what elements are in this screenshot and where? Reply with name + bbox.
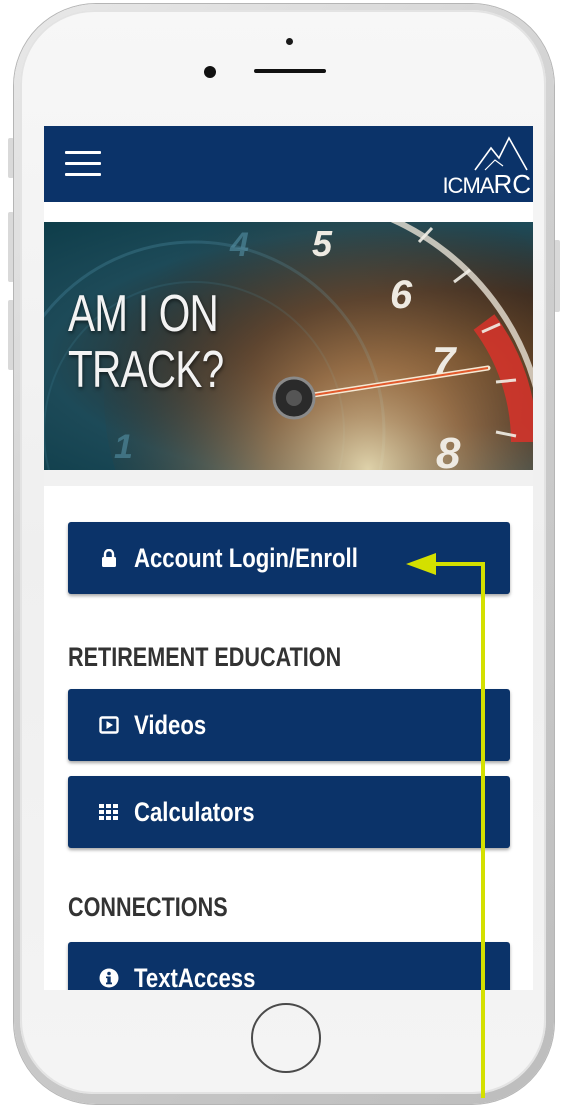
phone-screen: ICMARC 5 6 7 8 4 1 AM I ON TRACK? Accoun… xyxy=(44,126,533,990)
calculators-label: Calculators xyxy=(134,796,255,827)
banner-title-line-2: TRACK? xyxy=(68,341,224,399)
home-button[interactable] xyxy=(251,1003,321,1073)
gauge-number-5: 5 xyxy=(312,223,333,264)
app-header: ICMARC xyxy=(44,126,533,202)
front-camera xyxy=(204,66,216,78)
lock-icon xyxy=(98,547,120,569)
gauge-number-4: 4 xyxy=(229,226,249,264)
header-divider xyxy=(44,202,533,222)
hero-banner: 5 6 7 8 4 1 AM I ON TRACK? xyxy=(44,222,533,470)
earpiece-speaker xyxy=(254,69,326,73)
calculators-button[interactable]: Calculators xyxy=(68,776,510,848)
textaccess-label: TextAccess xyxy=(134,962,256,991)
textaccess-button[interactable]: TextAccess xyxy=(68,942,510,990)
info-icon xyxy=(98,967,120,989)
connections-heading: CONNECTIONS xyxy=(68,892,228,922)
icmarc-logo: ICMARC xyxy=(429,134,533,200)
account-login-button[interactable]: Account Login/Enroll xyxy=(68,522,510,594)
account-login-label: Account Login/Enroll xyxy=(134,542,358,573)
videos-label: Videos xyxy=(134,709,207,740)
gauge-number-6: 6 xyxy=(390,273,413,317)
logo-text: ICMARC xyxy=(442,169,531,199)
proximity-sensor xyxy=(286,38,293,45)
gauge-number-8: 8 xyxy=(436,429,461,470)
retirement-education-heading: RETIREMENT EDUCATION xyxy=(68,642,342,672)
grid-icon xyxy=(98,801,120,823)
gauge-number-1: 1 xyxy=(114,428,133,466)
banner-title: AM I ON TRACK? xyxy=(68,285,224,399)
menu-icon[interactable] xyxy=(65,151,101,177)
play-icon xyxy=(98,714,120,736)
power-button xyxy=(554,240,560,312)
banner-title-line-1: AM I ON xyxy=(68,285,219,343)
videos-button[interactable]: Videos xyxy=(68,689,510,761)
main-content: Account Login/Enroll RETIREMENT EDUCATIO… xyxy=(44,486,533,990)
